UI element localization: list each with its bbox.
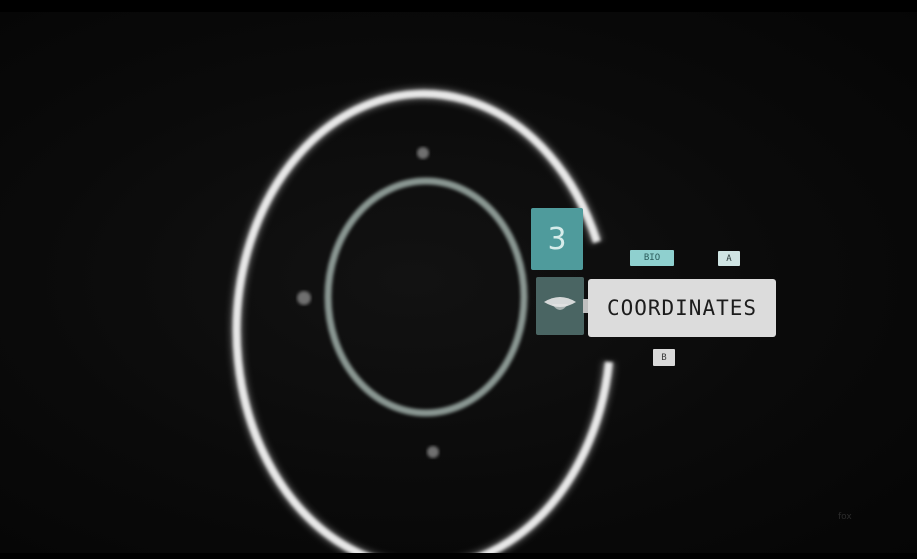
chip-a-label: A: [726, 253, 732, 264]
marker-dot-bottom: [427, 446, 439, 458]
chip-b-label: B: [661, 352, 667, 363]
eye-icon: [542, 290, 578, 322]
number-tile[interactable]: 3: [531, 208, 583, 270]
number-tile-label: 3: [547, 221, 567, 257]
chip-a[interactable]: A: [718, 251, 740, 266]
coordinates-button[interactable]: COORDINATES: [588, 279, 776, 337]
marker-dot-top: [417, 147, 429, 159]
chip-bio[interactable]: BIO: [630, 250, 674, 266]
marker-dot-left: [297, 291, 311, 305]
bottom-letterbox: [0, 553, 917, 559]
watermark: fox: [838, 512, 852, 522]
chip-b[interactable]: B: [653, 349, 675, 366]
icon-tile[interactable]: [536, 277, 584, 335]
navigation-dial: [229, 86, 616, 559]
coordinates-label: COORDINATES: [606, 296, 758, 320]
inner-ring: [324, 177, 528, 417]
chip-bio-label: BIO: [643, 253, 661, 263]
hud-screen: 3 COORDINATES BIO A B fox: [0, 0, 917, 559]
